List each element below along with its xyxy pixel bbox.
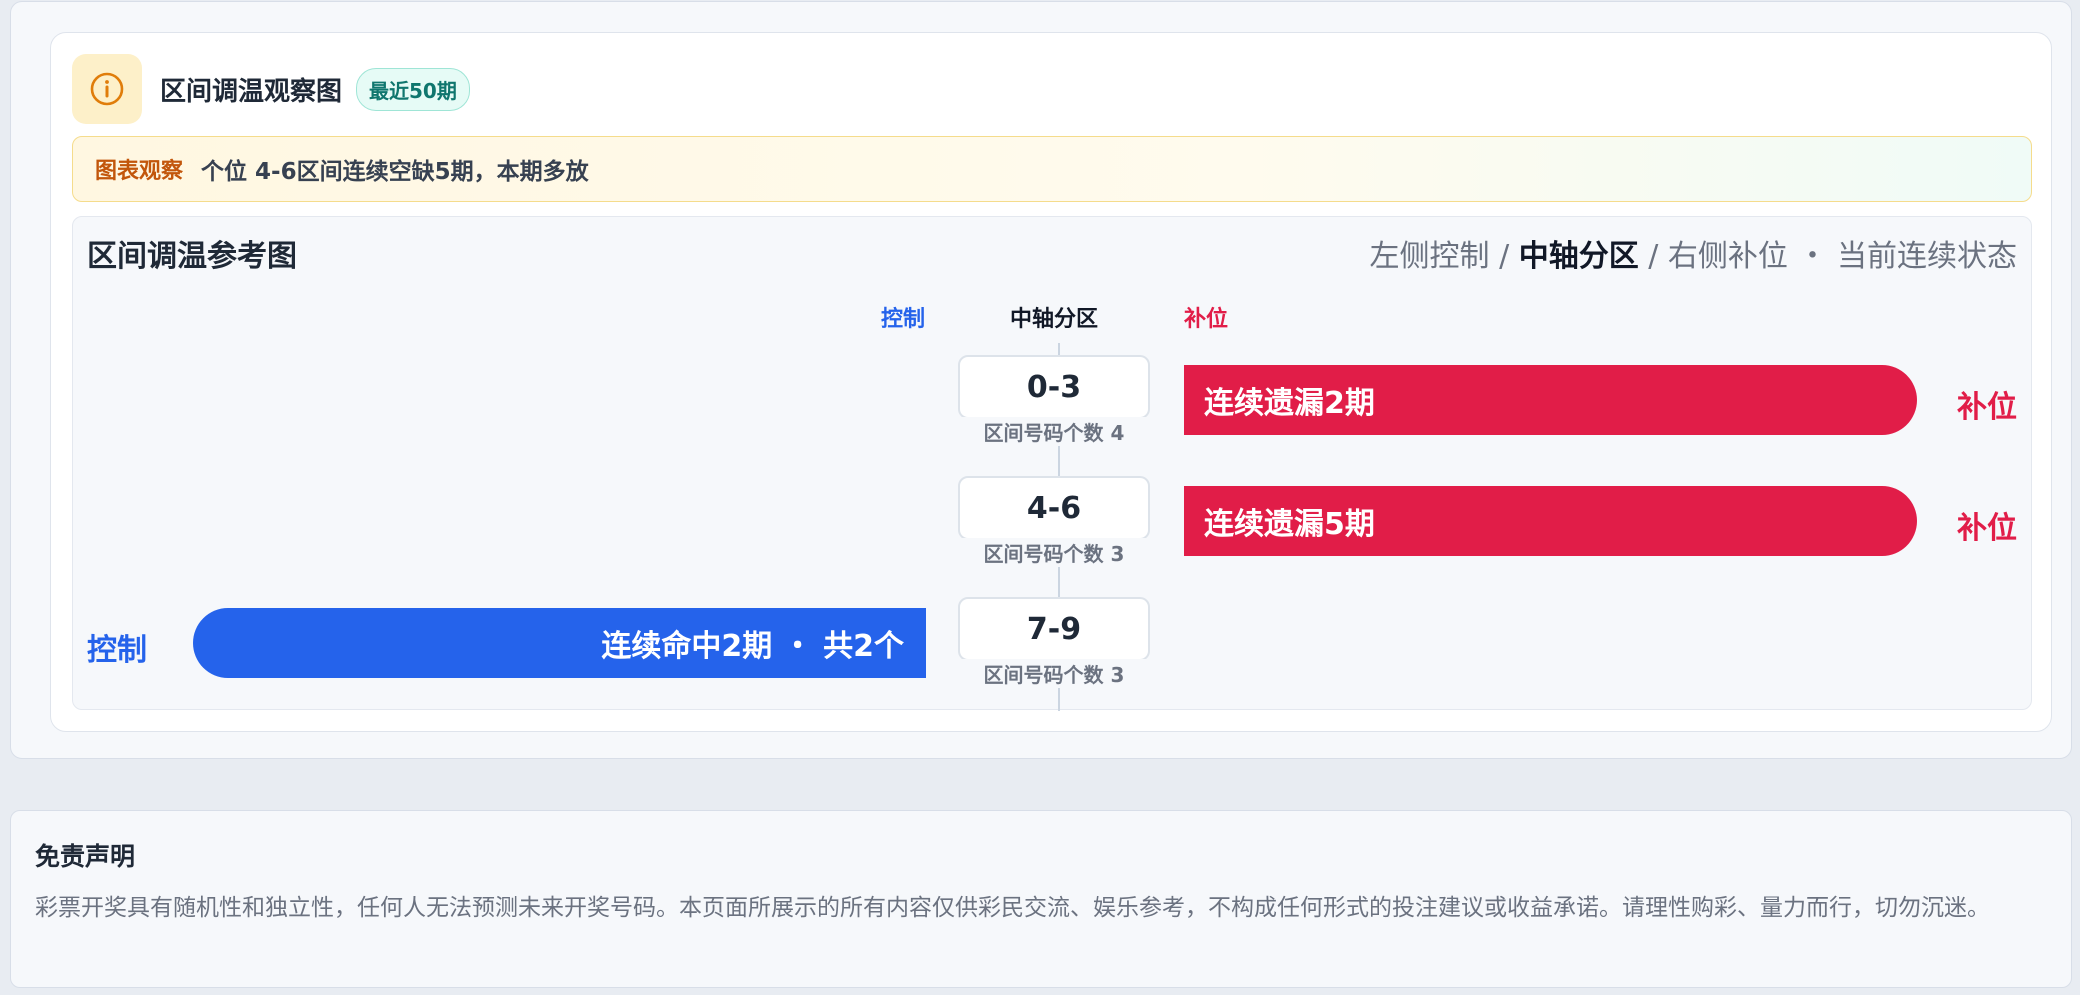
observation-inner-card: 区间调温观察图 最近50期 图表观察 个位 4-6区间连续空缺5期，本期多放 区… [50, 32, 2052, 732]
range-box: 0-3 [958, 355, 1150, 419]
disclaimer-text: 彩票开奖具有随机性和独立性，任何人无法预测未来开奖号码。本页面所展示的所有内容仅… [35, 895, 1990, 921]
disclaimer-title: 免责声明 [35, 842, 136, 871]
observation-label: 图表观察 [95, 159, 184, 184]
column-header-axis: 中轴分区 [1010, 307, 1099, 332]
disclaimer-card: 免责声明 彩票开奖具有随机性和独立性，任何人无法预测未来开奖号码。本页面所展示的… [10, 810, 2072, 988]
range-count: 区间号码个数 3 [958, 659, 1150, 688]
legend-right: / 右侧补位 ・ 当前连续状态 [1638, 239, 2017, 274]
card-title: 区间调温观察图 [160, 76, 343, 107]
fill-bar: 连续遗漏2期 [1184, 365, 1917, 435]
fill-bar: 连续遗漏5期 [1184, 486, 1917, 556]
period-badge: 最近50期 [356, 67, 470, 111]
card-header: 区间调温观察图 最近50期 [72, 54, 470, 124]
range-count: 区间号码个数 4 [958, 417, 1150, 446]
fill-label: 补位 [1957, 390, 2017, 425]
chart-title: 区间调温参考图 [87, 239, 297, 274]
range-box: 4-6 [958, 476, 1150, 540]
column-header-fill: 补位 [1184, 307, 1229, 332]
observation-banner: 图表观察 个位 4-6区间连续空缺5期，本期多放 [72, 136, 2032, 202]
info-circle-icon [72, 54, 142, 124]
control-bar: 连续命中2期 ・ 共2个 [193, 608, 926, 678]
column-header-control: 控制 [881, 307, 926, 332]
legend-left: 左侧控制 / [1369, 239, 1519, 274]
range-box: 7-9 [958, 597, 1150, 661]
range-count: 区间号码个数 3 [958, 538, 1150, 567]
observation-card: 区间调温观察图 最近50期 图表观察 个位 4-6区间连续空缺5期，本期多放 区… [10, 1, 2072, 759]
chart-legend: 左侧控制 / 中轴分区 / 右侧补位 ・ 当前连续状态 [1370, 231, 2017, 275]
legend-center: 中轴分区 [1518, 239, 1639, 274]
chart-panel: 区间调温参考图 左侧控制 / 中轴分区 / 右侧补位 ・ 当前连续状态 控制 中… [72, 216, 2032, 711]
control-label: 控制 [87, 633, 147, 668]
observation-text: 个位 4-6区间连续空缺5期，本期多放 [201, 159, 589, 185]
fill-label: 补位 [1957, 511, 2017, 546]
